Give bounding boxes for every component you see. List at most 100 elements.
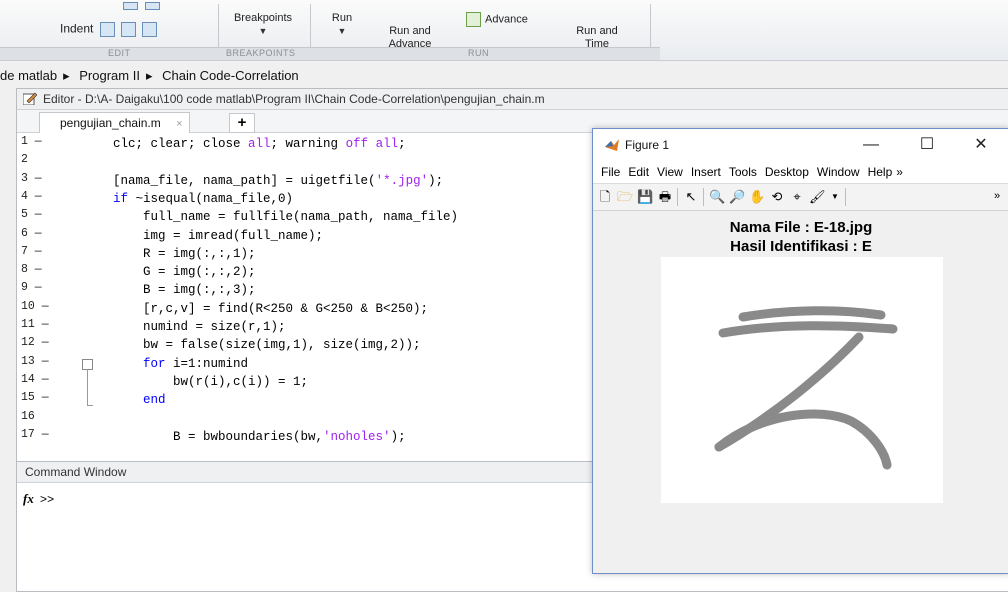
code-line[interactable]: R = img(:,:,1); xyxy=(83,245,256,263)
breadcrumb-separator-icon: ▸ xyxy=(63,68,70,83)
line-number: 1 — xyxy=(21,135,42,148)
new-figure-icon[interactable]: 🗋 xyxy=(597,189,613,204)
menu-window[interactable]: Window xyxy=(817,165,860,179)
figure-title-bar[interactable]: Figure 1 — ☐ ✕ xyxy=(593,129,1008,161)
minimize-button[interactable]: — xyxy=(851,133,891,157)
fold-guide-line xyxy=(87,368,88,406)
line-number: 9 — xyxy=(21,281,42,295)
indent-decrease-icon[interactable] xyxy=(142,22,158,37)
section-run-label: RUN xyxy=(468,48,489,58)
indent-control[interactable]: Indent xyxy=(60,22,158,37)
line-number: 2 xyxy=(21,153,28,167)
code-line[interactable]: B = bwboundaries(bw,'noholes'); xyxy=(83,428,406,446)
breakpoints-button[interactable]: Breakpoints ▼ xyxy=(228,12,298,38)
toolstrip-ribbon: Indent Breakpoints ▼ Run ▼ Run and Advan… xyxy=(0,0,1008,61)
menu-overflow-icon[interactable]: » xyxy=(896,165,903,179)
command-prompt[interactable]: fx >> xyxy=(23,491,54,507)
code-line[interactable]: end xyxy=(83,391,166,409)
code-line[interactable]: B = img(:,:,3); xyxy=(83,281,256,299)
run-and-time-button[interactable]: Run and Time xyxy=(572,12,622,51)
save-icon[interactable]: 💾 xyxy=(637,189,653,204)
breadcrumb-item[interactable]: de matlab xyxy=(0,68,57,83)
figure-toolbar: 🗋 🗁 💾 🖶 ↖ 🔍 🔎 ✋ ⟲ ⌖ 🖌 ▼ » xyxy=(593,183,1008,211)
line-number: 16 xyxy=(21,409,35,423)
line-number: 12 — xyxy=(21,336,49,350)
uncomment-icon xyxy=(144,2,160,11)
open-file-icon[interactable]: 🗁 xyxy=(617,189,633,204)
menu-desktop[interactable]: Desktop xyxy=(765,165,809,179)
line-number: 5 — xyxy=(21,208,42,222)
menu-tools[interactable]: Tools xyxy=(729,165,757,179)
editor-title: Editor - D:\A- Daigaku\100 code matlab\P… xyxy=(43,92,545,106)
line-number: 8 — xyxy=(21,263,42,277)
image-axes[interactable] xyxy=(661,257,943,503)
breadcrumb-item[interactable]: Program II xyxy=(79,68,140,83)
line-number: 3 — xyxy=(21,171,42,185)
advance-label: Advance xyxy=(485,13,528,26)
data-cursor-icon[interactable]: ⌖ xyxy=(789,189,805,204)
plot-title-result: Hasil Identifikasi : E xyxy=(730,238,872,255)
add-tab-button[interactable]: + xyxy=(229,113,255,133)
code-line[interactable]: [r,c,v] = find(R<250 & G<250 & B<250); xyxy=(83,300,428,318)
line-number: 10 — xyxy=(21,299,49,313)
rotate-3d-icon[interactable]: ⟲ xyxy=(769,189,785,204)
zoom-out-icon[interactable]: 🔎 xyxy=(729,189,745,204)
run-label: Run xyxy=(331,12,353,24)
run-and-advance-button[interactable]: Run and Advance xyxy=(380,12,440,51)
breadcrumb-item[interactable]: Chain Code-Correlation xyxy=(162,68,299,83)
maximize-button[interactable]: ☐ xyxy=(907,133,947,157)
menu-insert[interactable]: Insert xyxy=(691,165,721,179)
line-number: 14 — xyxy=(21,372,49,386)
select-pointer-icon[interactable]: ↖ xyxy=(683,189,699,204)
tab-pengujian-chain[interactable]: pengujian_chain.m × xyxy=(39,112,190,133)
line-number: 7 — xyxy=(21,244,42,258)
toolbar-separator xyxy=(703,188,704,206)
ribbon-section-bar xyxy=(0,47,660,60)
code-line[interactable]: numind = size(r,1); xyxy=(83,318,286,336)
line-number: 11 — xyxy=(21,318,49,331)
breakpoints-label: Breakpoints xyxy=(233,12,293,24)
line-number: 6 — xyxy=(21,226,42,240)
function-browser-icon[interactable]: fx xyxy=(23,491,34,506)
code-line[interactable]: full_name = fullfile(nama_path, nama_fil… xyxy=(83,208,458,226)
toolbar-overflow-icon[interactable]: » xyxy=(989,189,1005,204)
menu-file[interactable]: File xyxy=(601,165,620,179)
close-tab-icon[interactable]: × xyxy=(176,118,182,130)
code-line[interactable]: clc; clear; close all; warning off all; xyxy=(83,135,406,153)
menu-help[interactable]: Help xyxy=(868,165,893,179)
code-line[interactable]: for i=1:numind xyxy=(83,355,248,373)
print-icon[interactable]: 🖶 xyxy=(657,189,673,204)
tab-label: pengujian_chain.m xyxy=(60,116,161,130)
indent-increase-icon[interactable] xyxy=(121,22,137,37)
section-edit-label: EDIT xyxy=(108,48,131,58)
brush-icon[interactable]: 🖌 xyxy=(809,189,826,204)
line-number: 17 — xyxy=(21,427,49,441)
run-button[interactable]: Run ▼ xyxy=(322,12,362,38)
code-line[interactable]: img = imread(full_name); xyxy=(83,227,323,245)
line-number: 15 — xyxy=(21,391,49,405)
code-line[interactable]: bw = false(size(img,1), size(img,2)); xyxy=(83,336,421,354)
close-button[interactable]: ✕ xyxy=(961,133,1001,157)
menu-view[interactable]: View xyxy=(657,165,683,179)
advance-button[interactable]: Advance xyxy=(466,12,552,27)
comment-control[interactable] xyxy=(95,0,185,12)
breadcrumb: de matlab ▸ Program II ▸ Chain Code-Correl… xyxy=(0,66,1008,86)
pan-hand-icon[interactable]: ✋ xyxy=(749,189,765,204)
matlab-figure-icon xyxy=(605,139,619,151)
figure-menu-bar: File Edit View Insert Tools Desktop Window Help… xyxy=(593,161,1008,183)
menu-edit[interactable]: Edit xyxy=(628,165,649,179)
fold-guide-end xyxy=(87,405,93,407)
code-line[interactable]: [nama_file, nama_path] = uigetfile('*.jp… xyxy=(83,172,443,190)
zoom-in-icon[interactable]: 🔍 xyxy=(709,189,725,204)
indent-smart-icon[interactable] xyxy=(99,22,115,37)
handwritten-character-image xyxy=(714,306,898,470)
line-number: 13 — xyxy=(21,354,49,368)
code-line[interactable]: G = img(:,:,2); xyxy=(83,263,256,281)
toolbar-separator xyxy=(845,188,846,206)
advance-icon xyxy=(466,12,481,27)
code-line[interactable]: if ~isequal(nama_file,0) xyxy=(83,190,293,208)
code-line[interactable]: bw(r(i),c(i)) = 1; xyxy=(83,373,308,391)
brush-dropdown-icon[interactable]: ▼ xyxy=(827,189,843,204)
section-breakpoints-label: BREAKPOINTS xyxy=(226,48,296,58)
editor-title-bar: Editor - D:\A- Daigaku\100 code matlab\P… xyxy=(17,89,1008,110)
